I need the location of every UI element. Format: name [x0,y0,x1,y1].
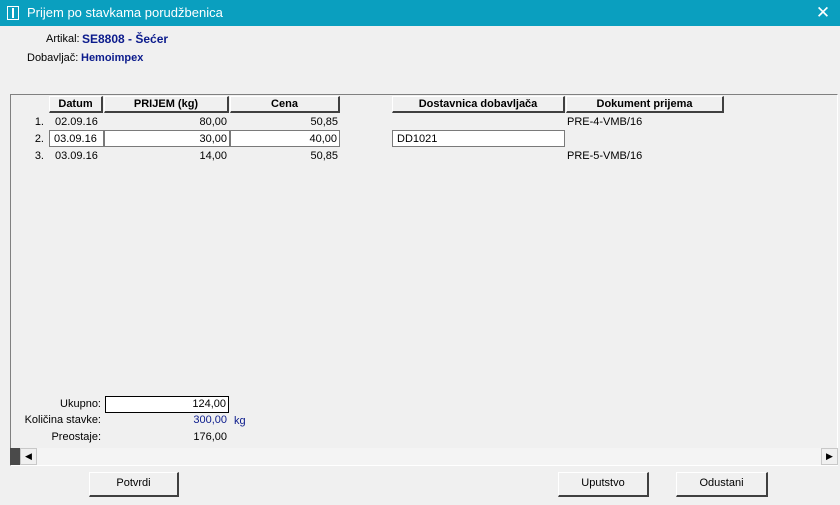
row-cena-input[interactable]: 40,00 [230,130,340,147]
ukupno-value: 124,00 [105,396,229,413]
odustani-button[interactable]: Odustani [676,472,768,497]
row-datum-input[interactable]: 03.09.16 [49,130,104,147]
row-datum[interactable]: 02.09.16 [51,114,103,131]
row-cena[interactable]: 50,85 [230,114,340,131]
preostaje-value: 176,00 [193,431,227,443]
potvrdi-button[interactable]: Potvrdi [89,472,179,497]
scroll-left-icon[interactable]: ◀ [20,448,37,465]
artikal-label: Artikal: [46,33,80,45]
row-number: 1. [34,116,44,128]
column-header-cena[interactable]: Cena [230,96,340,113]
column-header-dostavnica[interactable]: Dostavnica dobavljača [392,96,565,113]
row-number: 2. [34,133,44,145]
row-datum[interactable]: 03.09.16 [51,148,103,165]
preostaje-label: Preostaje: [51,431,101,443]
row-dostavnica-input[interactable]: DD1021 [392,130,565,147]
row-dostavnica[interactable] [392,148,565,165]
kolicina-label: Količina stavke: [24,414,101,426]
row-cena[interactable]: 50,85 [230,148,340,165]
horizontal-scrollbar[interactable]: ◀ ▶ [10,448,838,465]
kolicina-value: 300,00 [193,414,227,426]
close-button[interactable]: ✕ [806,0,840,26]
app-icon [7,6,19,20]
scrollbar-thumb[interactable] [10,448,20,465]
window-title: Prijem po stavkama porudžbenica [27,5,223,20]
column-header-dokument[interactable]: Dokument prijema [566,96,724,113]
dobavljac-value: Hemoimpex [81,52,144,64]
kolicina-unit: kg [234,415,246,427]
ukupno-label: Ukupno: [60,398,101,410]
row-dokument: PRE-4-VMB/16 [567,116,643,128]
uputstvo-button[interactable]: Uputstvo [558,472,649,497]
column-header-prijem[interactable]: PRIJEM (kg) [104,96,229,113]
row-number: 3. [34,150,44,162]
scrollbar-track[interactable] [54,450,821,463]
title-bar: Prijem po stavkama porudžbenica ✕ [0,0,840,26]
row-prijem[interactable]: 14,00 [104,148,229,165]
column-header-datum[interactable]: Datum [49,96,103,113]
dobavljac-label: Dobavljač: [27,52,79,64]
scroll-right-icon[interactable]: ▶ [821,448,838,465]
row-dokument [567,131,724,148]
artikal-value: SE8808 - Šećer [82,32,169,46]
row-prijem-input[interactable]: 30,00 [104,130,230,147]
row-dostavnica[interactable] [392,114,565,131]
row-prijem[interactable]: 80,00 [104,114,229,131]
row-dokument: PRE-5-VMB/16 [567,150,643,162]
